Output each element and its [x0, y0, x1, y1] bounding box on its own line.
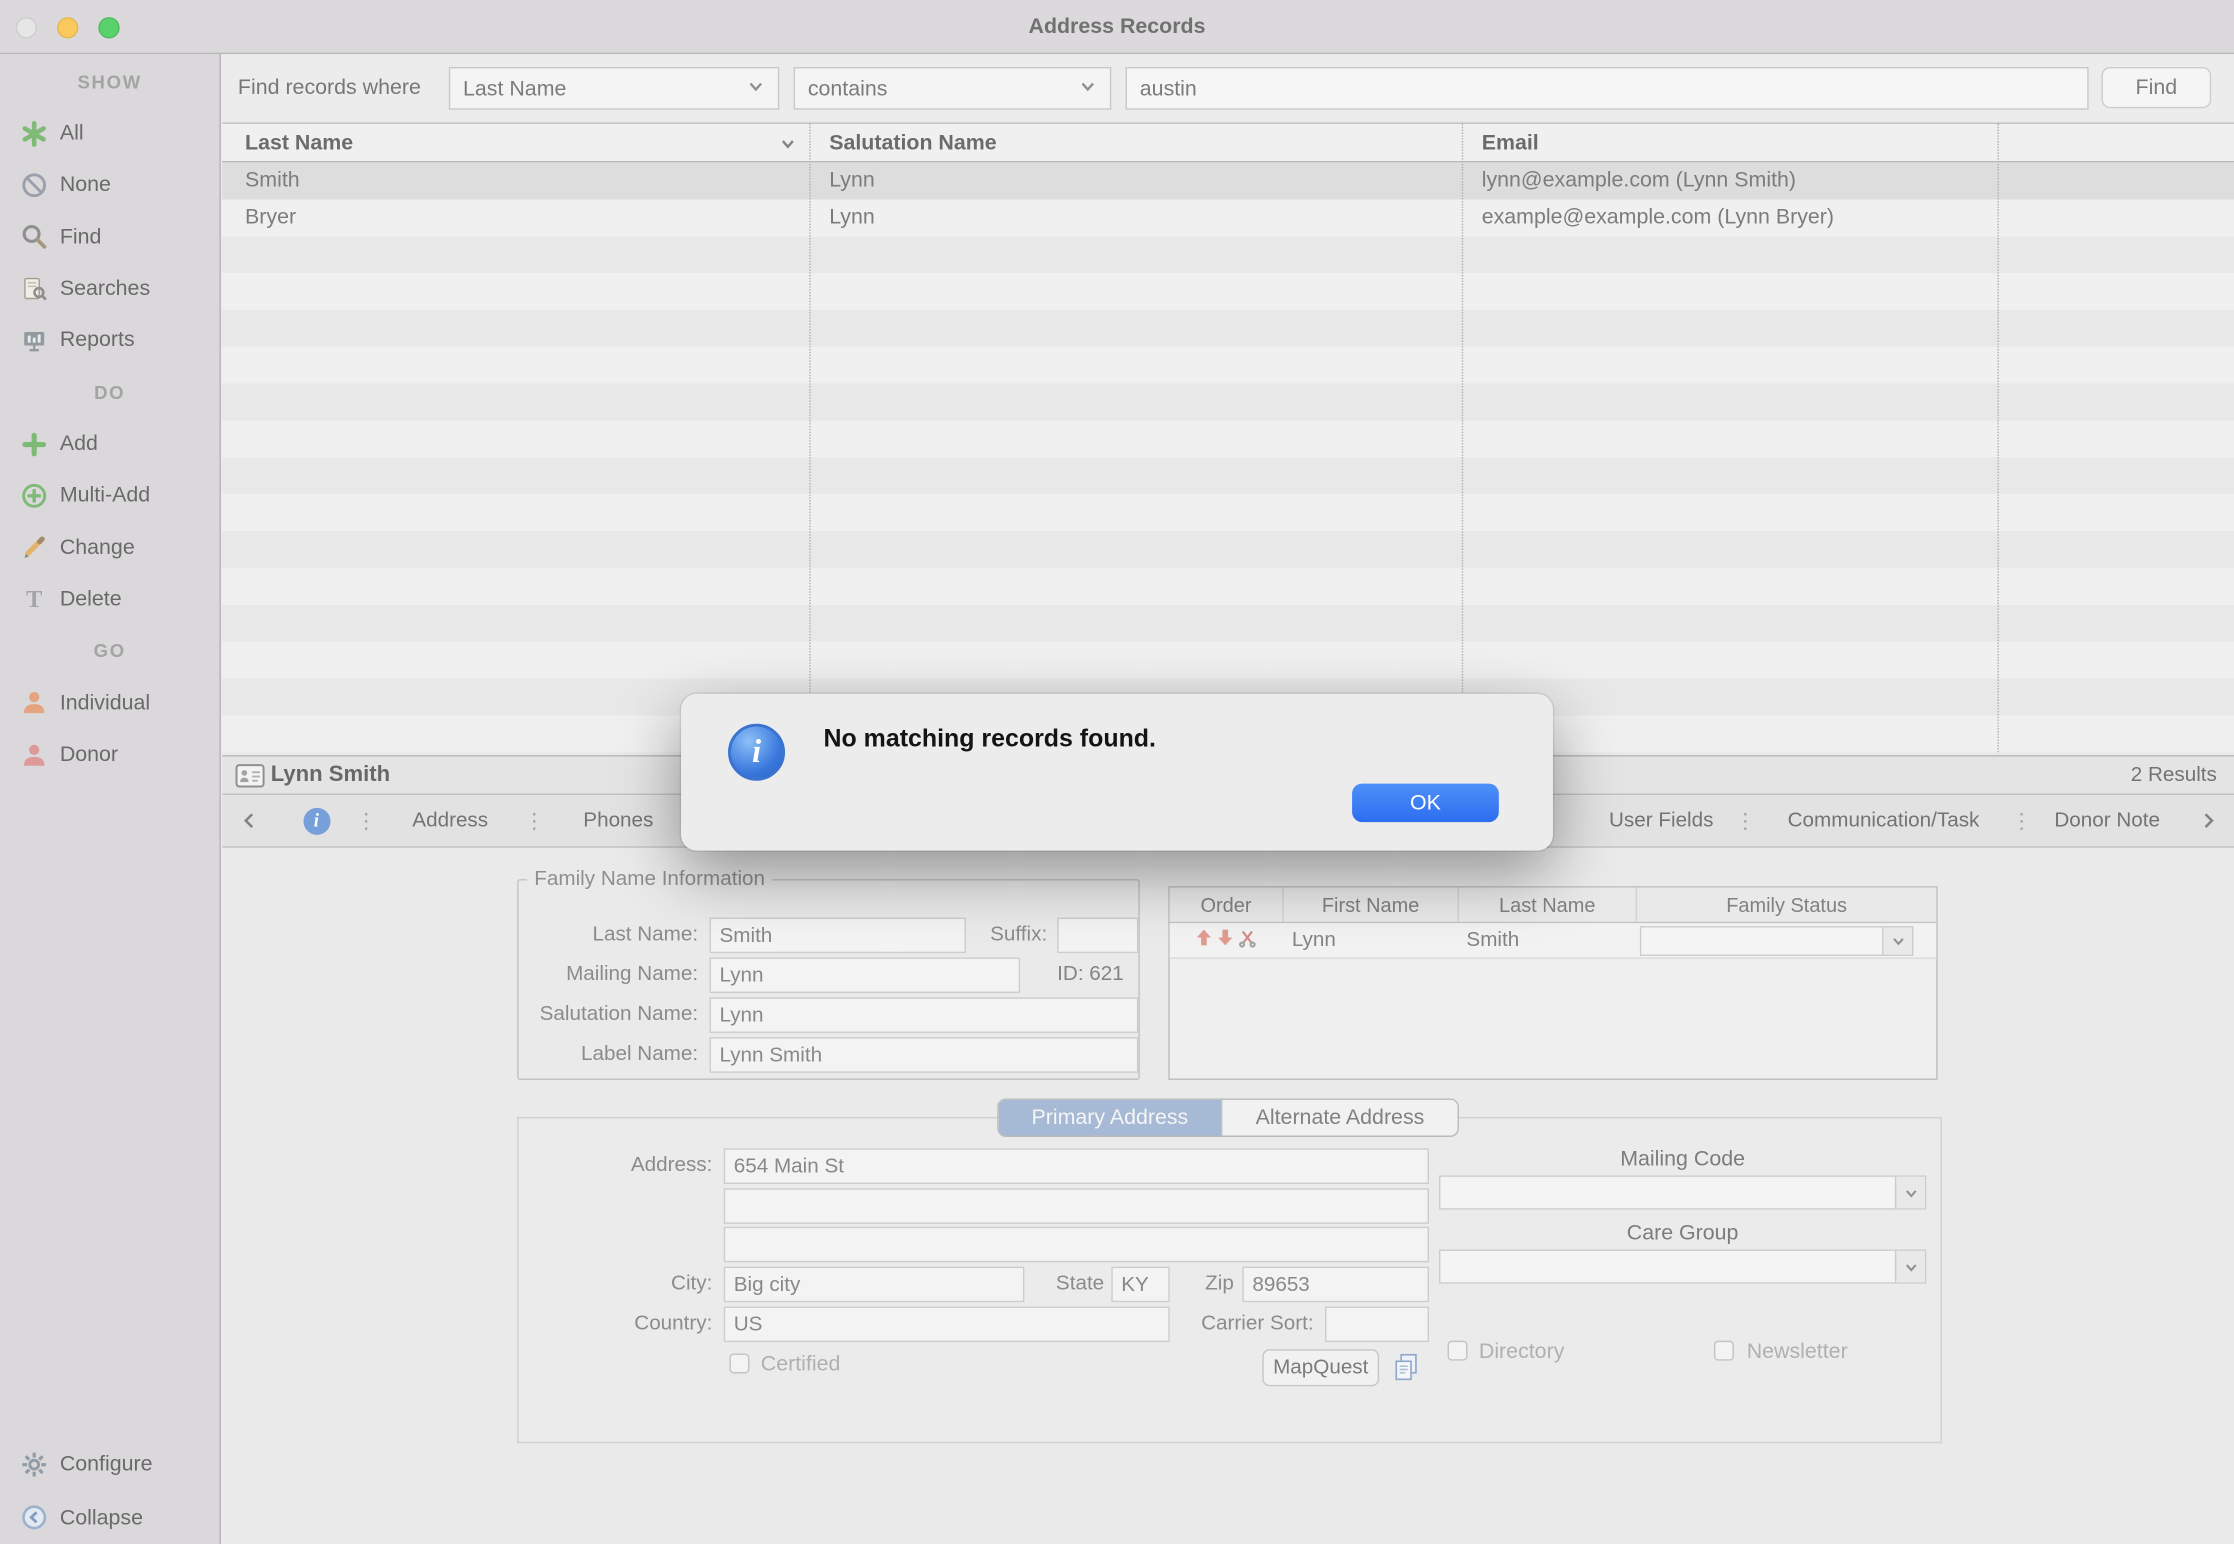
info-dialog-icon: i — [728, 724, 785, 781]
ok-button[interactable]: OK — [1352, 784, 1499, 822]
dialog-message: No matching records found. — [823, 721, 1155, 755]
app-window: Address Records SHOW All None Find Searc… — [0, 0, 2234, 1544]
alert-dialog: i No matching records found. OK — [681, 694, 1553, 851]
